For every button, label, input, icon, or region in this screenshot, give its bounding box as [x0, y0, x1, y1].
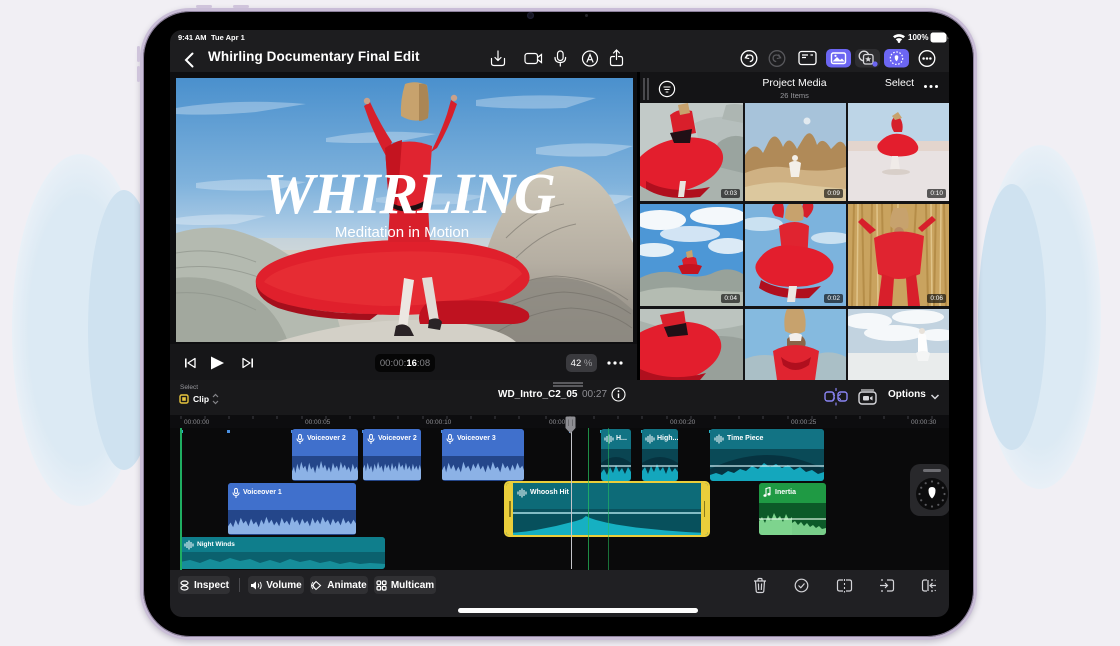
svg-text:00:00:10: 00:00:10	[426, 419, 452, 426]
svg-text:00:00:00: 00:00:00	[184, 419, 210, 426]
svg-text:00:00:30: 00:00:30	[911, 419, 937, 426]
svg-text:00:00:25: 00:00:25	[791, 419, 817, 426]
svg-text:WHIRLING: WHIRLING	[263, 161, 556, 226]
svg-text:00:00:05: 00:00:05	[305, 419, 331, 426]
svg-text:00:00:20: 00:00:20	[670, 419, 696, 426]
svg-text:Meditation in Motion: Meditation in Motion	[335, 224, 469, 241]
